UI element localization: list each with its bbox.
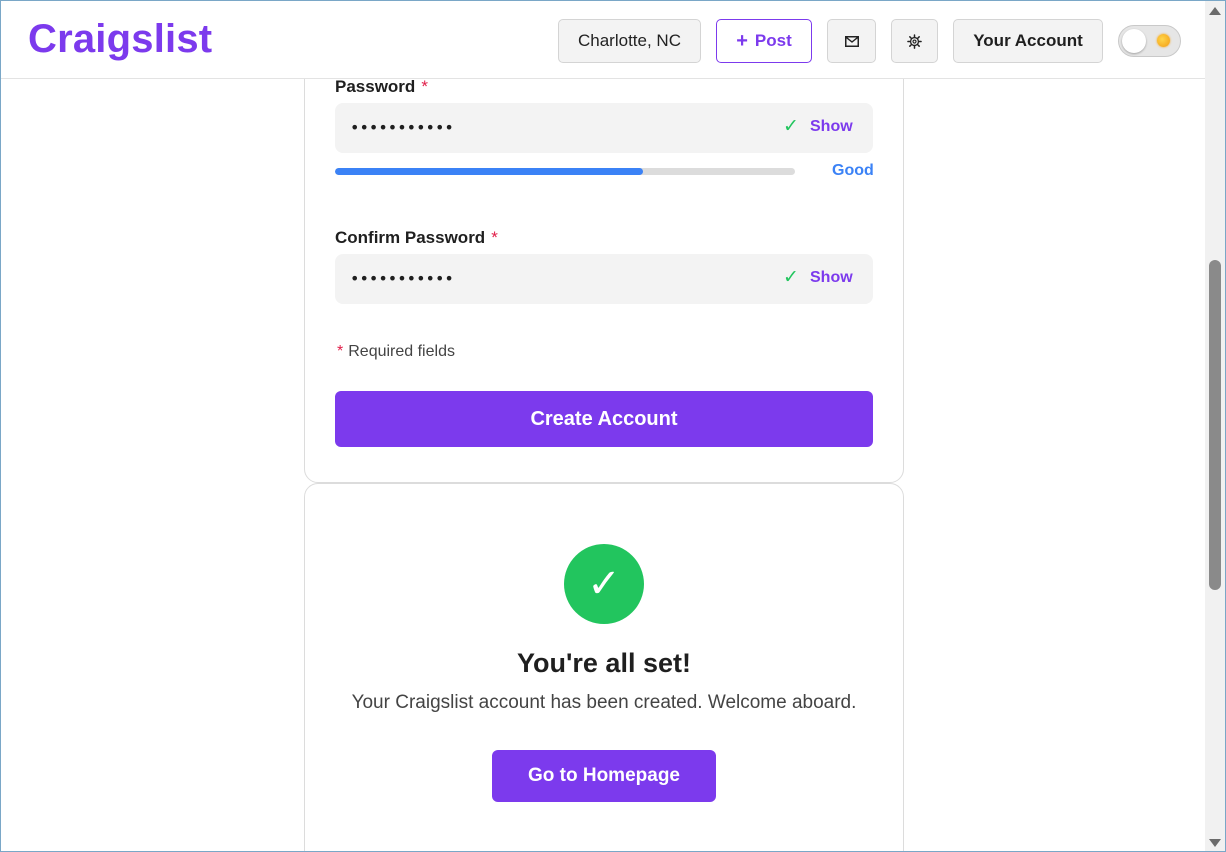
scrollbar-thumb[interactable]: [1209, 260, 1221, 590]
password-show-toggle[interactable]: Show: [810, 118, 853, 136]
toggle-knob: [1122, 29, 1146, 53]
create-account-button[interactable]: Create Account: [335, 391, 873, 447]
password-input[interactable]: ••••••••••• ✓ Show: [335, 103, 873, 153]
success-title: You're all set!: [517, 648, 691, 678]
scroll-up-arrow-icon[interactable]: [1209, 7, 1221, 15]
post-button[interactable]: + Post: [716, 19, 812, 63]
password-label: Password *: [335, 77, 428, 97]
site-header: Craigslist Charlotte, NC + Post Your Acc…: [1, 1, 1205, 79]
theme-toggle[interactable]: [1118, 25, 1181, 57]
plus-icon: +: [736, 30, 748, 52]
site-logo[interactable]: Craigslist: [28, 17, 212, 62]
signup-form-card: Password * ••••••••••• ✓ Show Good Confir…: [304, 40, 904, 483]
confirm-password-value: •••••••••••: [350, 269, 454, 288]
success-message: Your Craigslist account has been created…: [351, 692, 857, 713]
page-scrollbar[interactable]: [1205, 1, 1225, 851]
password-value: •••••••••••: [350, 118, 454, 137]
scroll-down-arrow-icon[interactable]: [1209, 839, 1221, 847]
settings-button[interactable]: [891, 19, 938, 63]
password-strength-meter: [335, 168, 795, 175]
go-to-homepage-button[interactable]: Go to Homepage: [492, 750, 716, 802]
confirm-password-input[interactable]: ••••••••••• ✓ Show: [335, 254, 873, 304]
your-account-button[interactable]: Your Account: [953, 19, 1103, 63]
confirm-password-show-toggle[interactable]: Show: [810, 269, 853, 287]
gear-icon: [907, 33, 922, 49]
confirm-password-label: Confirm Password *: [335, 228, 498, 248]
required-asterisk: *: [337, 343, 344, 360]
required-asterisk: *: [491, 228, 498, 247]
post-button-label: Post: [754, 31, 792, 50]
password-strength-label: Good: [832, 162, 874, 179]
password-strength-fill: [335, 168, 644, 175]
required-fields-text: Required fields: [348, 343, 455, 360]
valid-check-icon: ✓: [783, 266, 799, 288]
success-card: ✓ You're all set! Your Craigslist accoun…: [304, 483, 904, 852]
location-button[interactable]: Charlotte, NC: [558, 19, 701, 63]
password-label-text: Password: [335, 77, 416, 96]
required-asterisk: *: [421, 77, 428, 96]
sun-icon: [1157, 34, 1170, 47]
messages-button[interactable]: [827, 19, 876, 63]
confirm-password-label-text: Confirm Password: [335, 228, 486, 247]
success-check-icon: ✓: [564, 544, 644, 624]
mail-icon: [844, 35, 859, 47]
valid-check-icon: ✓: [783, 115, 799, 137]
required-fields-note: * Required fields: [337, 343, 455, 361]
